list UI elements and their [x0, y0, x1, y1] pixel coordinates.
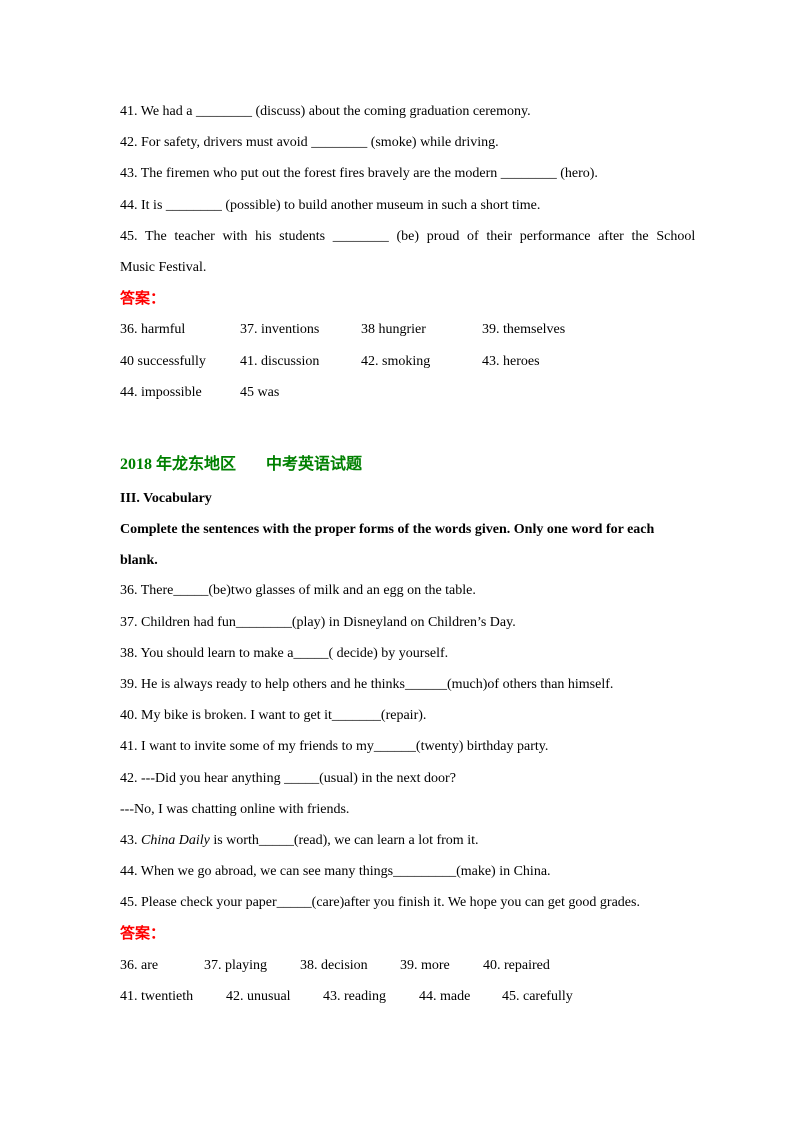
answer-blank: _____ [284, 771, 320, 786]
instructions-continued: blank. [120, 553, 158, 568]
document-page: 41. We had a ________ (discuss) about th… [0, 0, 794, 1123]
answer-item: 39. themselves [482, 322, 566, 337]
heading-title: 中考英语试题 [266, 456, 363, 473]
question-text: (hero). [556, 166, 598, 181]
publication-title: China Daily [141, 833, 210, 848]
question-text: ( decide) by yourself. [328, 646, 449, 661]
question-42: 42. ---Did you hear anything _____(usual… [120, 771, 456, 787]
answer-blank: _____ [258, 833, 294, 848]
section-heading: 2018 年龙东地区 中考英语试题 [120, 457, 362, 473]
question-text: (play) in Disneyland on Children’s Day. [291, 615, 516, 630]
answer-item: 37. playing [204, 958, 267, 973]
question-39: 39. He is always ready to help others an… [120, 677, 613, 693]
question-text: (smoke) while driving. [367, 135, 499, 150]
question-44: 44. It is ________ (possible) to build a… [120, 198, 540, 214]
question-number: 43. [120, 833, 141, 848]
answer-item: 37. inventions [240, 322, 320, 337]
answer-blank: _________ [393, 864, 457, 879]
answer-blank: _____ [276, 895, 312, 910]
question-38: 38. You should learn to make a_____( dec… [120, 646, 448, 662]
answer-blank: ______ [405, 677, 447, 692]
question-45-continued: Music Festival. [120, 260, 207, 275]
answer-item: 44. made [419, 989, 471, 1004]
question-text: (usual) in the next door? [319, 771, 456, 786]
answer-label: 答案： [120, 289, 166, 307]
question-text: 41. I want to invite some of my friends … [120, 739, 374, 754]
question-36: 36. There_____(be)two glasses of milk an… [120, 583, 476, 599]
question-text: (twenty) birthday party. [415, 739, 549, 754]
question-text: (make) in China. [456, 864, 551, 879]
answer-item: 36. harmful [120, 322, 186, 337]
question-text: 44. When we go abroad, we can see many t… [120, 864, 394, 879]
question-45: 45. Please check your paper_____(care)af… [120, 895, 640, 911]
answer-item: 38 hungrier [361, 322, 426, 337]
answer-blank: ________ [195, 104, 252, 119]
question-text: (possible) to build another museum in su… [221, 198, 541, 213]
question-42: 42. For safety, drivers must avoid _____… [120, 135, 499, 151]
answer-item: 45 was [240, 385, 280, 400]
question-42-reply: ---No, I was chatting online with friend… [120, 802, 350, 817]
question-40: 40. My bike is broken. I want to get it_… [120, 708, 426, 724]
question-text: (be)two glasses of milk and an egg on th… [208, 583, 476, 598]
answer-item: 36. are [120, 958, 159, 973]
answer-item: 40. repaired [483, 958, 550, 973]
question-text: 38. You should learn to make a [120, 646, 294, 661]
answer-item: 41. discussion [240, 354, 320, 369]
question-text: 45. Please check your paper [120, 895, 277, 910]
question-44: 44. When we go abroad, we can see many t… [120, 864, 551, 880]
question-37: 37. Children had fun________(play) in Di… [120, 615, 516, 631]
instructions: Complete the sentences with the proper f… [120, 522, 655, 537]
answer-blank: _______ [331, 708, 381, 723]
answer-item: 38. decision [300, 958, 368, 973]
question-43: 43. China Daily is worth_____(read), we … [120, 833, 478, 849]
answer-item: 42. unusual [226, 989, 291, 1004]
answer-blank: ________ [165, 198, 222, 213]
answer-blank: ________ [332, 229, 389, 244]
answer-blank: ________ [311, 135, 368, 150]
question-text: 41. We had a [120, 104, 196, 119]
answer-item: 40 successfully [120, 354, 206, 369]
question-text: 43. The firemen who put out the forest f… [120, 166, 501, 181]
question-text: 36. There [120, 583, 174, 598]
question-text: is worth [209, 833, 259, 848]
question-text: (repair). [380, 708, 427, 723]
question-text: 42. ---Did you hear anything [120, 771, 285, 786]
question-text: 45. The teacher with his students [120, 229, 333, 244]
question-41: 41. We had a ________ (discuss) about th… [120, 104, 531, 120]
heading-region: 2018 年龙东地区 [120, 456, 237, 473]
question-text: 44. It is [120, 198, 166, 213]
question-text: 37. Children had fun [120, 615, 236, 630]
question-45: 45. The teacher with his students ______… [120, 229, 695, 245]
answer-blank: ________ [500, 166, 557, 181]
answer-item: 42. smoking [361, 354, 431, 369]
question-text: (discuss) about the coming graduation ce… [251, 104, 531, 119]
part-title: III. Vocabulary [120, 491, 212, 506]
question-text: 40. My bike is broken. I want to get it [120, 708, 332, 723]
question-text: (read), we can learn a lot from it. [293, 833, 479, 848]
question-43: 43. The firemen who put out the forest f… [120, 166, 598, 182]
answer-item: 43. heroes [482, 354, 540, 369]
question-text: 39. He is always ready to help others an… [120, 677, 405, 692]
answer-item: 43. reading [323, 989, 386, 1004]
question-text: (care)after you finish it. We hope you c… [311, 895, 640, 910]
answer-item: 44. impossible [120, 385, 202, 400]
answer-label: 答案： [120, 924, 166, 942]
answer-blank: _____ [173, 583, 209, 598]
answer-blank: ________ [235, 615, 292, 630]
answer-blank: _____ [293, 646, 329, 661]
answer-item: 39. more [400, 958, 450, 973]
question-text: (be) proud of their performance after th… [388, 229, 696, 244]
question-text: (much)of others than himself. [447, 677, 614, 692]
answer-item: 41. twentieth [120, 989, 194, 1004]
question-text: 42. For safety, drivers must avoid [120, 135, 312, 150]
answer-blank: ______ [373, 739, 416, 754]
question-41: 41. I want to invite some of my friends … [120, 739, 548, 755]
answer-item: 45. carefully [502, 989, 573, 1004]
